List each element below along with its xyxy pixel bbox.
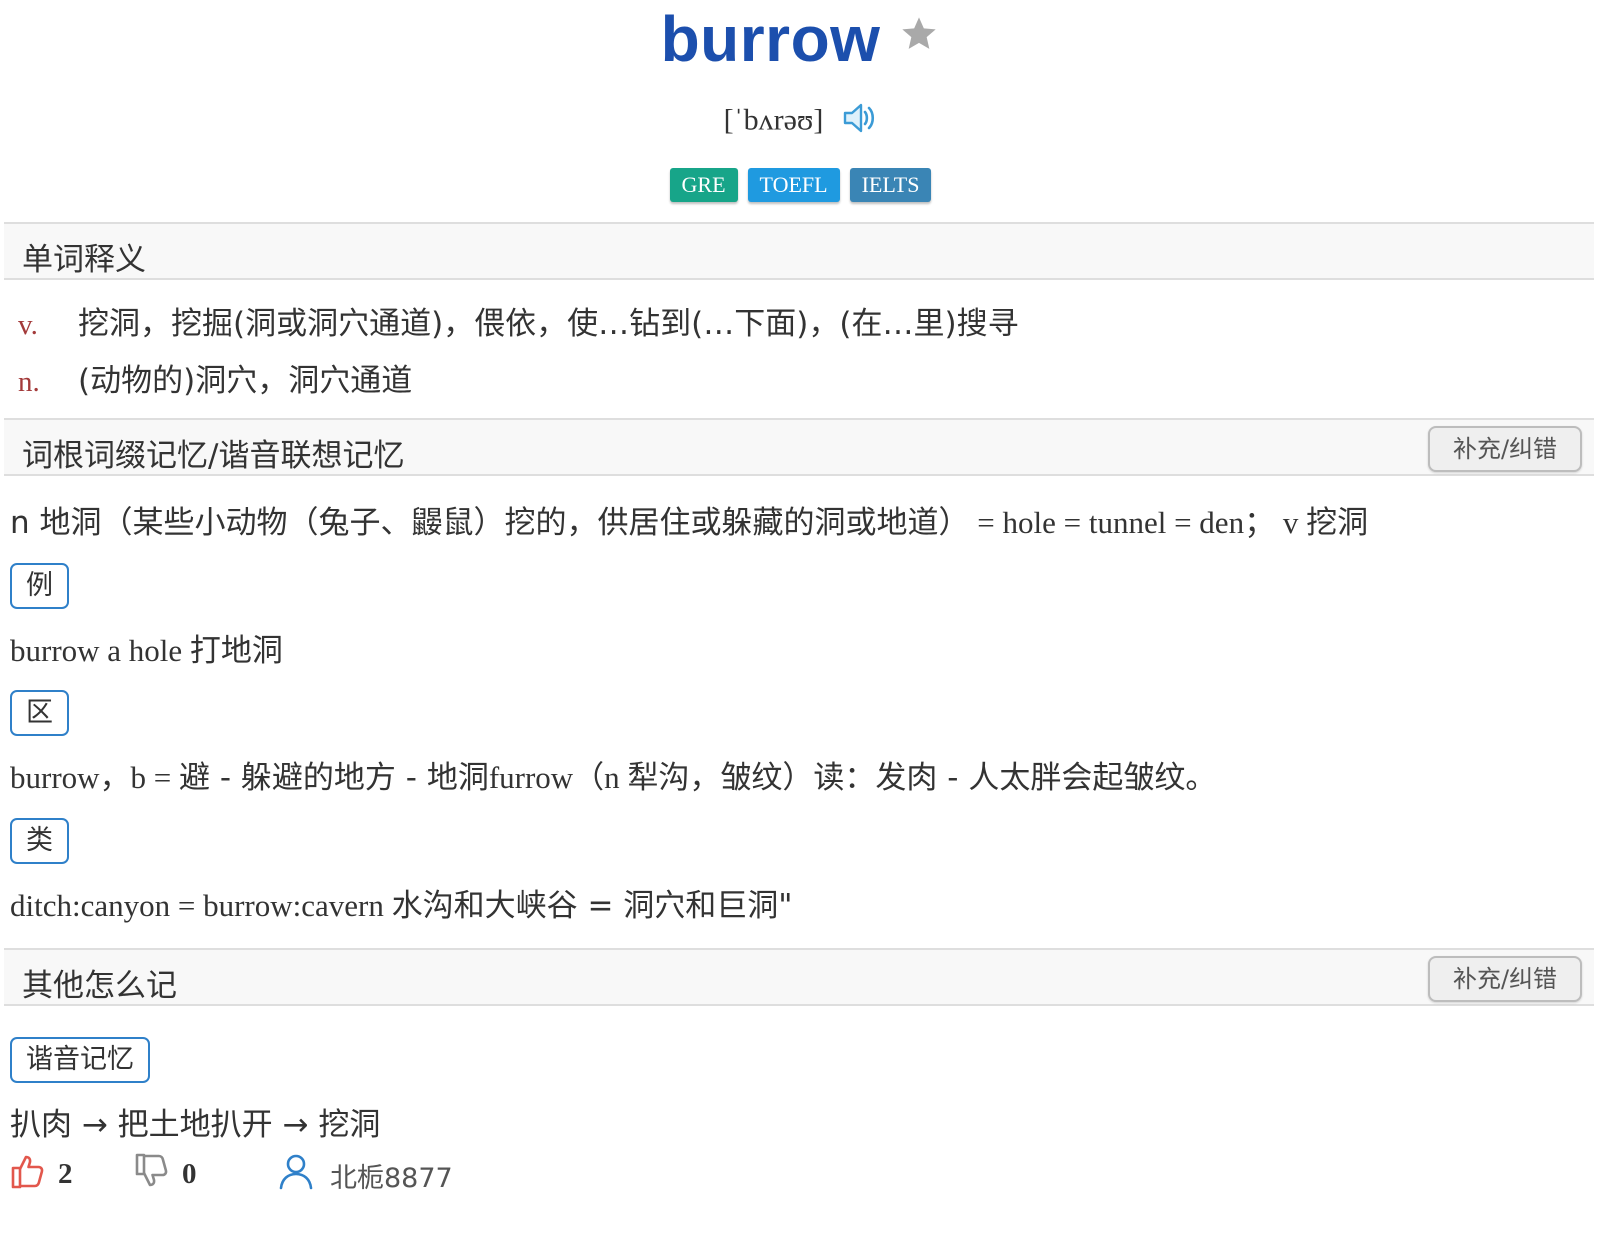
other-section-header: 其他怎么记 补充/纠错: [4, 948, 1594, 1006]
section-title: 词根词缀记忆/谐音联想记忆: [22, 438, 405, 474]
homophone-text: 扒肉 → 把土地扒开 → 挖洞: [10, 1099, 380, 1144]
mnemonic-cn: n 地洞（某些小动物（兔子、鼹鼠）挖的，供居住或躲藏的洞或地道）: [10, 505, 970, 541]
like-count: 2: [58, 1158, 73, 1190]
section-title: 其他怎么记: [22, 968, 177, 1004]
definition-text: (动物的)洞穴，洞穴通道: [78, 363, 413, 399]
phonetic: [ˈbʌrəʊ]: [723, 103, 824, 137]
tag-gre[interactable]: GRE: [669, 168, 738, 202]
distinguish-cn: 避 - 躲避的地方 - 地洞: [179, 760, 489, 796]
phonetic-row: [ˈbʌrəʊ]: [0, 100, 1601, 141]
edit-button[interactable]: 补充/纠错: [1428, 426, 1582, 472]
mnemonic-en: = hole = tunnel = den； v: [969, 505, 1307, 540]
example-badge: 例: [10, 563, 69, 609]
star-icon[interactable]: [898, 14, 940, 59]
edit-button[interactable]: 补充/纠错: [1428, 956, 1582, 1002]
like-button[interactable]: [10, 1152, 46, 1195]
speaker-icon[interactable]: [841, 100, 877, 141]
analogy-text: ditch:canyon = burrow:cavern 水沟和大峡谷 = 洞穴…: [10, 880, 793, 925]
analogy-en: ditch:canyon = burrow:cavern: [10, 888, 392, 923]
section-title: 单词释义: [22, 242, 146, 278]
dislike-button[interactable]: [134, 1152, 170, 1195]
part-of-speech: n.: [18, 366, 40, 398]
distinguish-cn-2: 犁沟，皱纹）读：发肉 - 人太胖会起皱纹。: [627, 760, 1217, 796]
example-text: burrow a hole 打地洞: [10, 625, 283, 670]
part-of-speech: v.: [18, 309, 38, 341]
word-title: burrow: [660, 3, 881, 75]
homophone-badge: 谐音记忆: [10, 1037, 150, 1083]
analogy-badge: 类: [10, 818, 69, 864]
dislike-count: 0: [182, 1158, 197, 1190]
example-cn: 打地洞: [189, 633, 283, 669]
exam-tags: GRE TOEFL IELTS: [0, 168, 1601, 202]
distinguish-text: burrow，b = 避 - 躲避的地方 - 地洞furrow（n 犁沟，皱纹）…: [10, 752, 1216, 797]
distinguish-badge: 区: [10, 690, 69, 736]
definition-row: v. 挖洞，挖掘(洞或洞穴通道)，偎依，使…钻到(…下面)，(在…里)搜寻: [18, 298, 1019, 343]
tag-toefl[interactable]: TOEFL: [747, 168, 840, 202]
mnemonic-text: n 地洞（某些小动物（兔子、鼹鼠）挖的，供居住或躲藏的洞或地道） = hole …: [10, 497, 1368, 542]
definition-text: 挖洞，挖掘(洞或洞穴通道)，偎依，使…钻到(…下面)，(在…里)搜寻: [78, 306, 1019, 342]
definitions-section-header: 单词释义: [4, 222, 1594, 280]
tag-ielts[interactable]: IELTS: [849, 168, 932, 202]
example-en: burrow a hole: [10, 633, 190, 668]
mnemonic-section-header: 词根词缀记忆/谐音联想记忆 补充/纠错: [4, 418, 1594, 476]
username[interactable]: 北栀8877: [330, 1156, 453, 1195]
distinguish-en-2: furrow（n: [488, 760, 628, 795]
mnemonic-tail: 挖洞: [1306, 505, 1369, 541]
distinguish-en: burrow，b =: [10, 760, 180, 795]
analogy-cn: 水沟和大峡谷 = 洞穴和巨洞": [391, 888, 793, 924]
word-header: burrow [ˈbʌrəʊ] GRE TOEFL IELTS: [0, 0, 1601, 222]
word-title-row: burrow: [0, 2, 1601, 76]
user-icon: [278, 1152, 314, 1195]
definition-row: n. (动物的)洞穴，洞穴通道: [18, 355, 412, 400]
homophone-content: 扒肉 → 把土地扒开 → 挖洞: [10, 1107, 381, 1143]
